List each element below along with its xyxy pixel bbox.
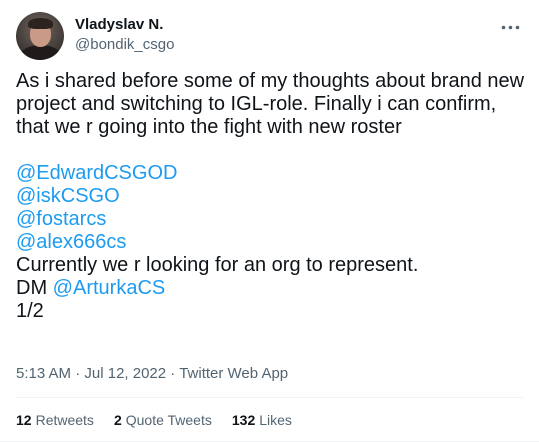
- mention-link[interactable]: @ArturkaCS: [53, 277, 166, 299]
- divider: [16, 397, 523, 398]
- likes-label: Likes: [259, 412, 292, 428]
- avatar-shoulders: [20, 45, 61, 60]
- tweet-date[interactable]: Jul 12, 2022: [84, 365, 166, 382]
- author-handle[interactable]: @bondik_csgo: [75, 35, 174, 55]
- tweet-meta: 5:13 AM · Jul 12, 2022 · Twitter Web App: [16, 364, 288, 384]
- tweet-card: Vladyslav N. @bondik_csgo As i shared be…: [0, 0, 539, 442]
- tweet-source[interactable]: Twitter Web App: [179, 365, 288, 382]
- tweet-paragraph: As i shared before some of my thoughts a…: [16, 70, 525, 138]
- tweet-time[interactable]: 5:13 AM: [16, 365, 71, 382]
- meta-separator: ·: [166, 365, 180, 382]
- mention-link[interactable]: @EdwardCSGOD: [16, 162, 177, 184]
- more-icon: [501, 25, 519, 29]
- mention-link[interactable]: @alex666cs: [16, 231, 126, 253]
- quote-tweets-label: Quote Tweets: [125, 412, 212, 428]
- quote-tweets-stat[interactable]: 2 Quote Tweets: [114, 410, 212, 430]
- thread-count: 1/2: [16, 300, 44, 322]
- flag-line: [16, 139, 526, 162]
- ukraine-flag-icon: [16, 142, 42, 160]
- dm-line: DM @ArturkaCS: [16, 277, 526, 300]
- quote-tweets-count: 2: [113, 412, 122, 428]
- avatar[interactable]: [16, 12, 64, 60]
- mention-link[interactable]: @fostarcs: [16, 208, 106, 230]
- retweets-label: Retweets: [35, 412, 94, 428]
- meta-separator: ·: [71, 365, 85, 382]
- author-names: Vladyslav N. @bondik_csgo: [75, 15, 174, 55]
- dm-prefix: DM: [16, 277, 48, 299]
- retweets-stat[interactable]: 12 Retweets: [16, 410, 94, 430]
- mention-link[interactable]: @iskCSGO: [16, 185, 120, 207]
- author-display-name[interactable]: Vladyslav N.: [75, 15, 174, 35]
- tweet-text: As i shared before some of my thoughts a…: [16, 70, 526, 323]
- org-line: Currently we r looking for an org to rep…: [16, 254, 419, 276]
- avatar-hair: [28, 18, 53, 29]
- tweet-stats: 12 Retweets 2 Quote Tweets 132 Likes: [16, 410, 292, 430]
- more-options-button[interactable]: [499, 16, 521, 38]
- tweet-header: Vladyslav N. @bondik_csgo: [16, 12, 523, 60]
- likes-stat[interactable]: 132 Likes: [232, 410, 292, 430]
- retweets-count: 12: [16, 412, 32, 428]
- likes-count: 132: [231, 412, 256, 428]
